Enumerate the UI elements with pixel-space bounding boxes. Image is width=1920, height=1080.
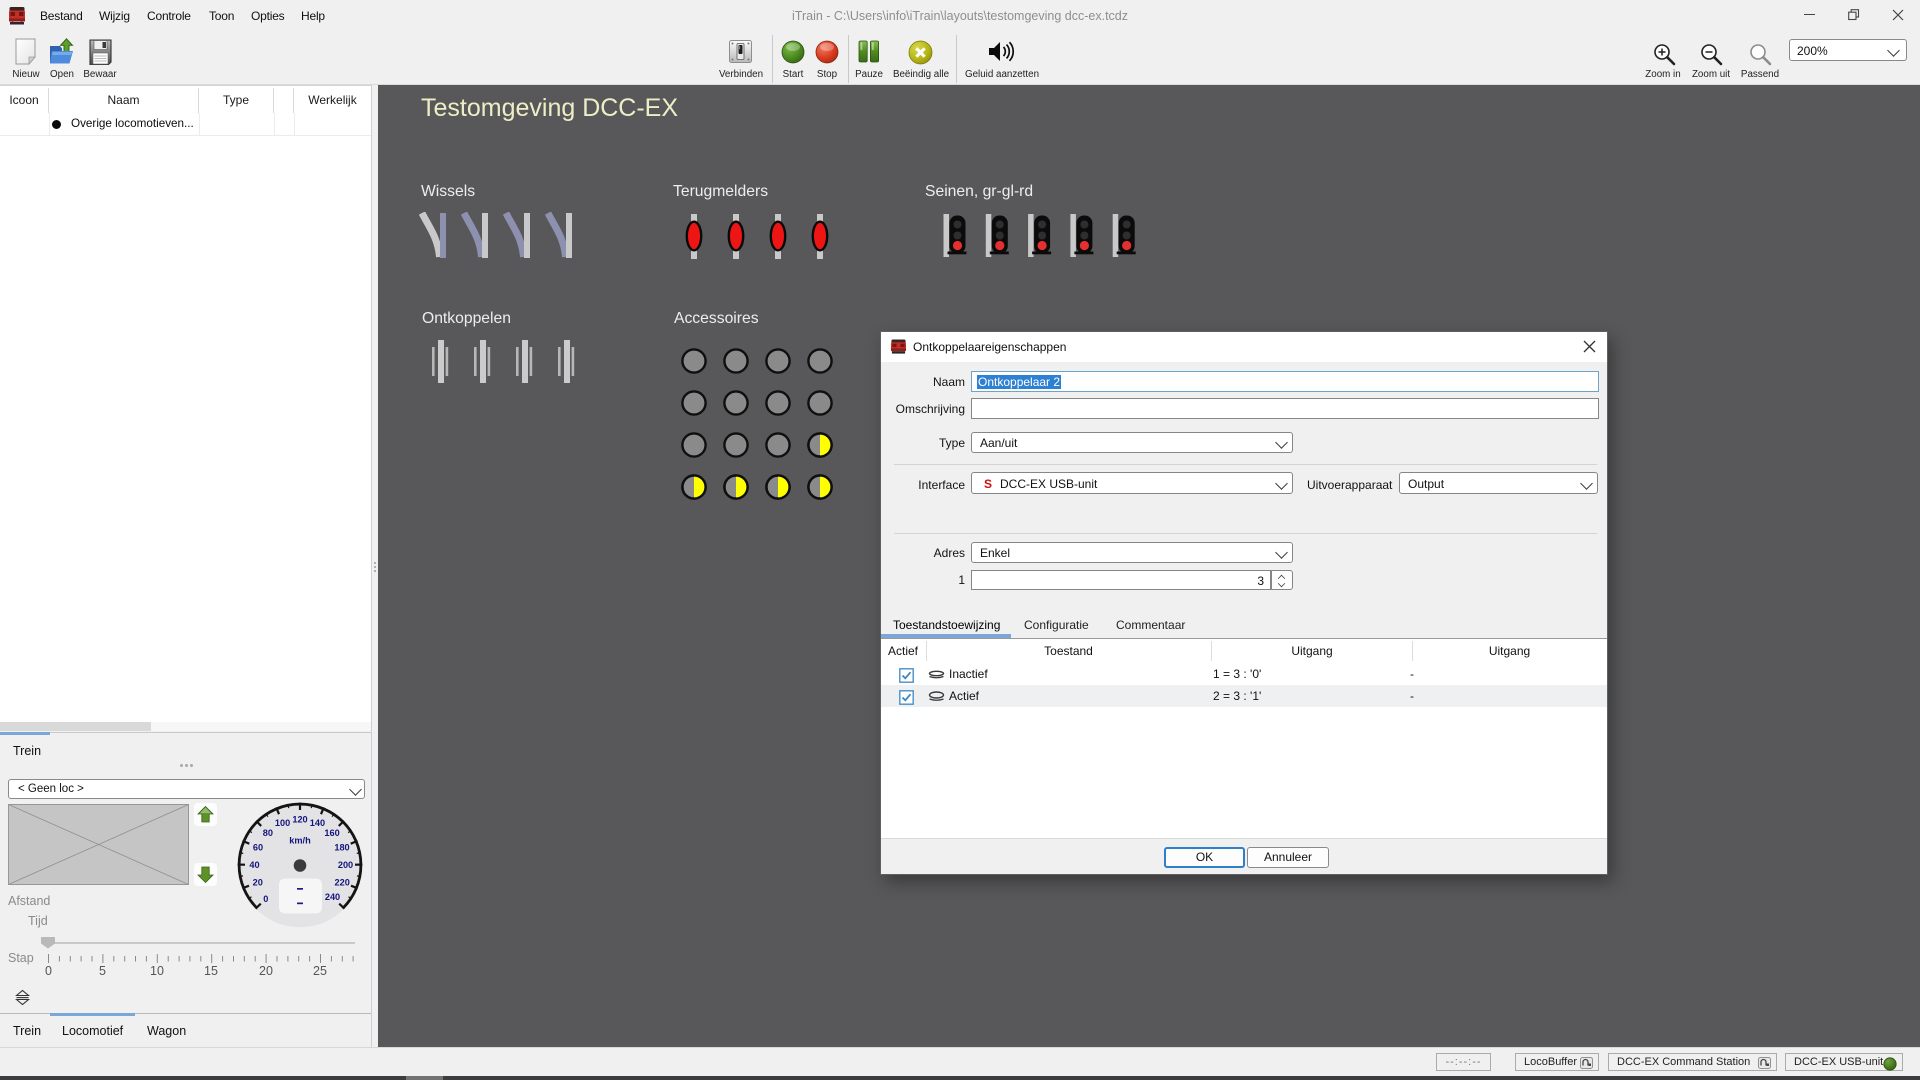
svg-text:240: 240 [325,892,340,902]
svg-text:160: 160 [324,828,339,838]
svg-text:80: 80 [263,828,273,838]
svg-text:220: 220 [335,877,350,887]
svg-text:km/h: km/h [289,836,311,846]
svg-text:20: 20 [253,877,263,887]
svg-text:0: 0 [263,894,268,904]
svg-text:60: 60 [253,843,263,853]
svg-text:40: 40 [249,860,259,870]
svg-text:120: 120 [292,815,307,825]
svg-text:200: 200 [338,860,353,870]
svg-text:100: 100 [275,818,290,828]
svg-text:140: 140 [310,818,325,828]
svg-text:180: 180 [334,843,349,853]
